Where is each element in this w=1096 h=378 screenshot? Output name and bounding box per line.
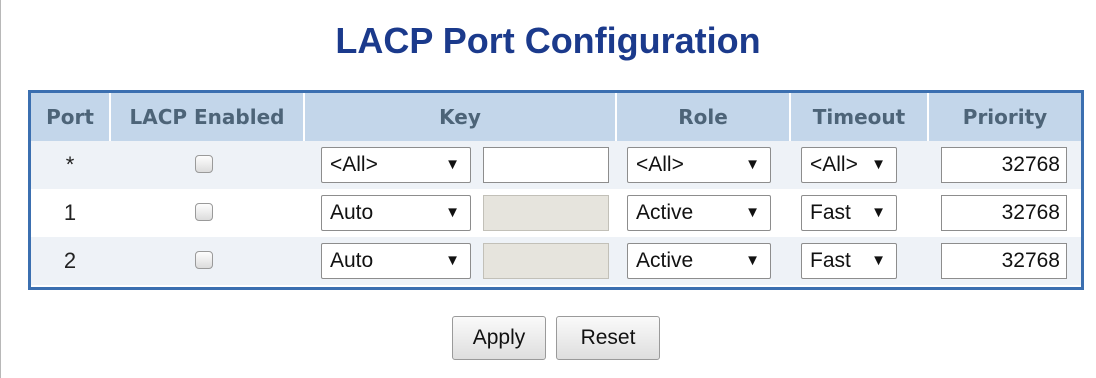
lacp-enabled-checkbox[interactable] (195, 251, 213, 269)
timeout-select[interactable]: <All> ▼ (801, 147, 897, 183)
table-row: 2 Auto ▼ Active ▼ Fast ▼ 32768 (31, 237, 1081, 285)
chevron-down-icon: ▼ (445, 204, 460, 221)
chevron-down-icon: ▼ (745, 156, 760, 173)
key-value-input (483, 195, 609, 231)
key-mode-select[interactable]: Auto ▼ (321, 195, 471, 231)
lacp-enabled-checkbox[interactable] (195, 203, 213, 221)
header-timeout: Timeout (812, 105, 906, 129)
key-mode-value: <All> (330, 153, 378, 176)
timeout-select[interactable]: Fast ▼ (801, 195, 897, 231)
chevron-down-icon: ▼ (745, 252, 760, 269)
role-value: Active (636, 201, 694, 224)
key-mode-select[interactable]: Auto ▼ (321, 243, 471, 279)
lacp-enabled-checkbox[interactable] (195, 155, 213, 173)
table-header-row: Port LACP Enabled Key Role Timeout Prior… (31, 93, 1081, 141)
key-value-input[interactable] (483, 147, 609, 183)
key-mode-select[interactable]: <All> ▼ (321, 147, 471, 183)
table-row: 1 Auto ▼ Active ▼ Fast ▼ 32768 (31, 189, 1081, 237)
port-cell: * (65, 152, 75, 177)
header-port: Port (46, 105, 94, 129)
chevron-down-icon: ▼ (445, 156, 460, 173)
port-cell: 2 (63, 248, 77, 273)
page-title: LACP Port Configuration (335, 20, 761, 61)
priority-input[interactable]: 32768 (941, 243, 1067, 279)
role-select[interactable]: Active ▼ (627, 243, 771, 279)
apply-button[interactable]: Apply (452, 316, 546, 360)
key-value-input (483, 243, 609, 279)
table-row: * <All> ▼ <All> ▼ <All> ▼ 32768 (31, 141, 1081, 189)
chevron-down-icon: ▼ (445, 252, 460, 269)
chevron-down-icon: ▼ (871, 156, 886, 173)
header-key: Key (439, 105, 481, 129)
header-priority: Priority (962, 105, 1048, 129)
timeout-value: Fast (810, 201, 851, 224)
header-lacp-enabled: LACP Enabled (129, 105, 285, 129)
key-mode-value: Auto (330, 249, 374, 272)
priority-input[interactable]: 32768 (941, 195, 1067, 231)
reset-button[interactable]: Reset (556, 316, 660, 360)
role-select[interactable]: Active ▼ (627, 195, 771, 231)
timeout-value: Fast (810, 249, 851, 272)
lacp-port-table: Port LACP Enabled Key Role Timeout Prior… (28, 90, 1084, 290)
priority-input[interactable]: 32768 (941, 147, 1067, 183)
timeout-value: <All> (810, 153, 858, 176)
header-role: Role (678, 105, 728, 129)
key-mode-value: Auto (330, 201, 374, 224)
timeout-select[interactable]: Fast ▼ (801, 243, 897, 279)
role-value: Active (636, 249, 694, 272)
role-select[interactable]: <All> ▼ (627, 147, 771, 183)
chevron-down-icon: ▼ (745, 204, 760, 221)
port-cell: 1 (63, 200, 77, 225)
chevron-down-icon: ▼ (871, 204, 886, 221)
role-value: <All> (636, 153, 684, 176)
chevron-down-icon: ▼ (871, 252, 886, 269)
